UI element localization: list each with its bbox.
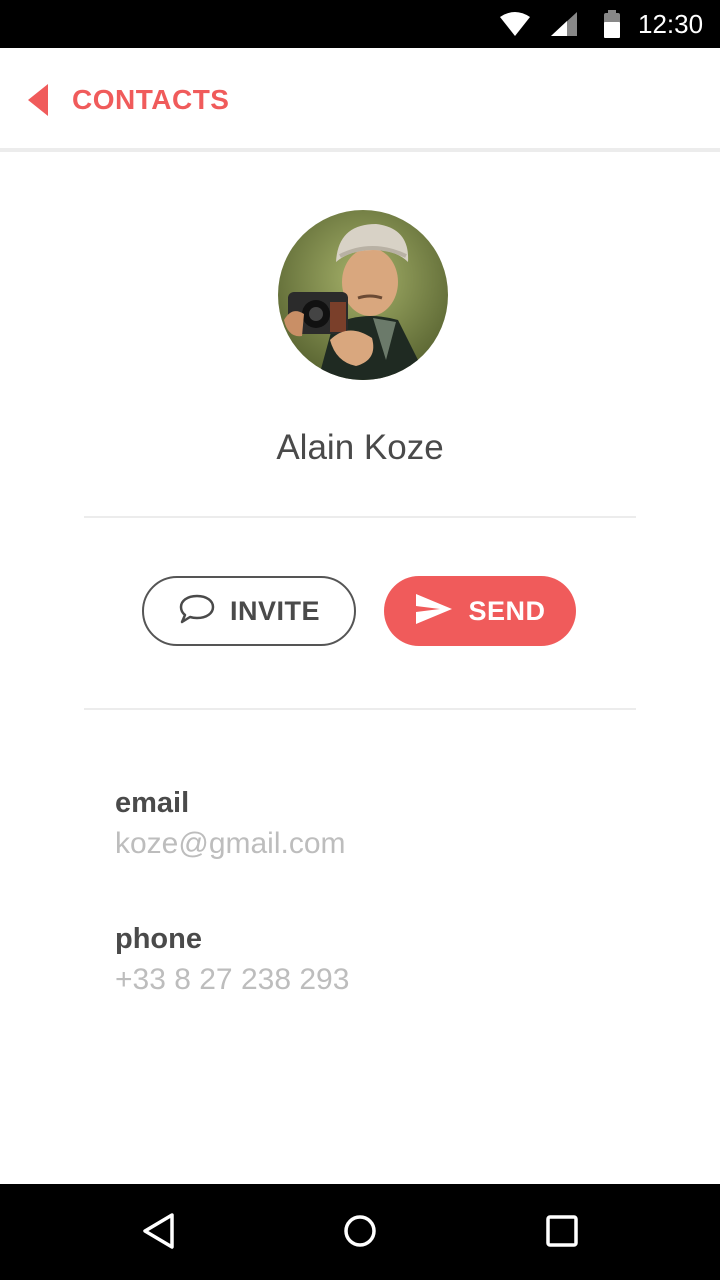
app-bar-divider xyxy=(0,148,720,152)
back-label: CONTACTS xyxy=(72,84,230,115)
back-to-contacts-button[interactable]: CONTACTS xyxy=(24,78,229,122)
phone-value[interactable]: +33 8 27 238 293 xyxy=(115,962,349,998)
signal-icon xyxy=(551,12,577,41)
nav-home-button[interactable] xyxy=(335,1208,385,1258)
paper-plane-icon xyxy=(414,592,454,631)
back-arrow-icon xyxy=(24,82,54,118)
divider xyxy=(84,708,636,710)
email-value[interactable]: koze@gmail.com xyxy=(115,826,346,862)
send-label: SEND xyxy=(468,595,546,626)
status-bar: 12:30 xyxy=(0,0,720,48)
invite-label: INVITE xyxy=(229,595,320,626)
wifi-icon xyxy=(500,12,530,41)
send-button[interactable]: SEND xyxy=(384,576,576,646)
nav-recents-icon xyxy=(545,1214,579,1253)
battery-icon xyxy=(603,10,621,43)
nav-home-icon xyxy=(342,1213,378,1254)
contact-name: Alain Koze xyxy=(276,428,444,467)
phone-field: phone +33 8 27 238 293 xyxy=(115,922,349,998)
speech-bubble-icon xyxy=(178,593,216,630)
app-bar: CONTACTS xyxy=(0,48,720,148)
nav-back-icon xyxy=(141,1212,177,1255)
divider xyxy=(84,516,636,518)
phone-label: phone xyxy=(115,923,202,955)
email-field: email koze@gmail.com xyxy=(115,786,346,862)
nav-back-button[interactable] xyxy=(134,1208,184,1258)
status-time: 12:30 xyxy=(638,9,704,39)
invite-button[interactable]: INVITE xyxy=(142,576,356,646)
navigation-bar xyxy=(0,1184,720,1280)
email-label: email xyxy=(115,787,190,819)
avatar xyxy=(278,210,448,380)
nav-recents-button[interactable] xyxy=(537,1208,587,1258)
